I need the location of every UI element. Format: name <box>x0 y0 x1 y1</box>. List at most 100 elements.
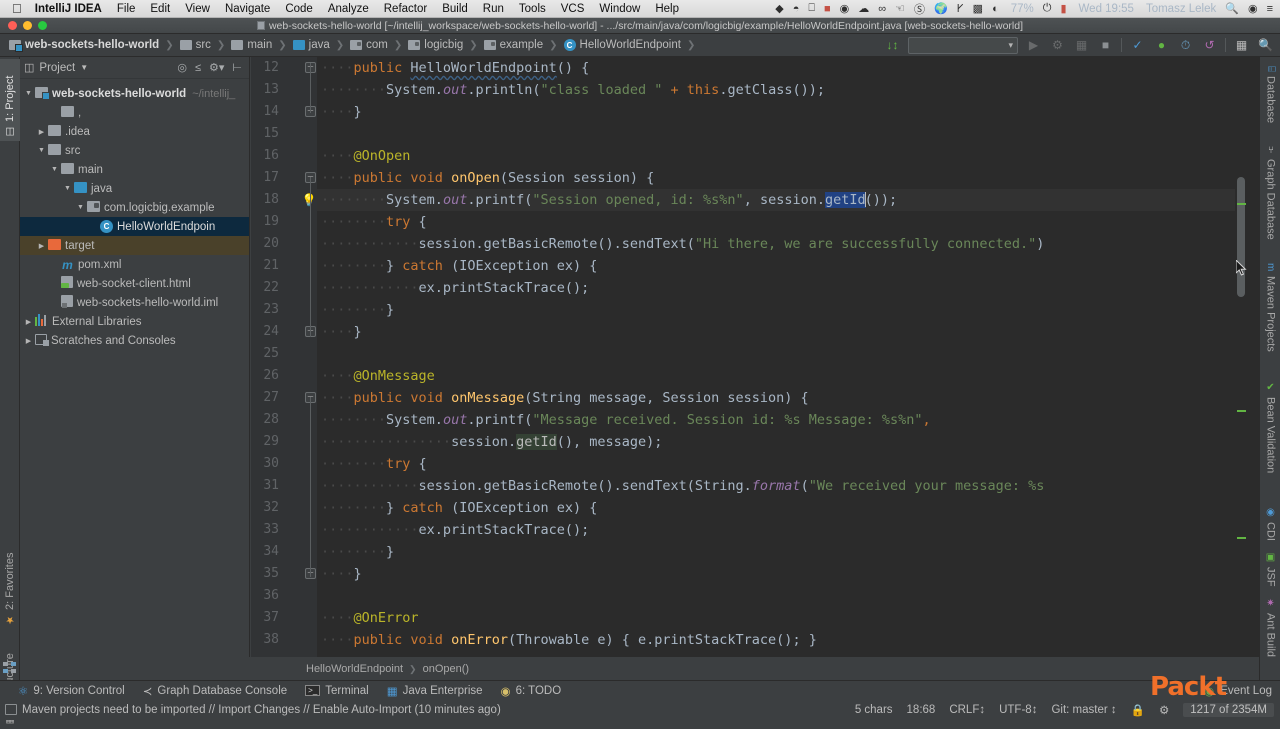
code-line[interactable]: ············ex.printStackTrace(); <box>317 277 1247 299</box>
structure-view-icon[interactable] <box>2 660 18 676</box>
code-line[interactable]: ····public HelloWorldEndpoint() { <box>317 57 1247 79</box>
memory-indicator[interactable]: 1217 of 2354M <box>1183 703 1274 717</box>
code-line[interactable] <box>317 585 1247 607</box>
menu-item-navigate[interactable]: Navigate <box>225 3 270 15</box>
tree-item-java[interactable]: ▼ java <box>20 179 249 198</box>
notification-center-icon[interactable]: ≡ <box>1267 3 1273 15</box>
code-line[interactable] <box>317 123 1247 145</box>
code-line[interactable]: ········try { <box>317 211 1247 233</box>
revert-icon[interactable]: ↺ <box>1201 37 1218 54</box>
status-caret-position[interactable]: 18:68 <box>907 704 936 716</box>
debug-icon[interactable]: ⚙ <box>1049 37 1066 54</box>
code-line[interactable]: ····public void onMessage(String message… <box>317 387 1247 409</box>
lock-icon[interactable]: 🔒 <box>1131 703 1145 717</box>
battery-meter-icon[interactable]: ▩ <box>973 2 983 15</box>
code-line[interactable]: ····} <box>317 321 1247 343</box>
breadcrumb-item-java[interactable]: java ❯ <box>292 39 351 51</box>
editor-breadcrumb-method[interactable]: onOpen() <box>423 663 469 675</box>
project-tree[interactable]: ▼ web-sockets-hello-world ~/intellij_, ▶ .id… <box>20 79 249 350</box>
error-stripe-marker[interactable] <box>1237 410 1246 412</box>
red-app-icon[interactable]: ■ <box>824 3 831 15</box>
search-everywhere-icon[interactable]: 🔍 <box>1257 37 1274 54</box>
wifi-tether-icon[interactable]: ◓ <box>793 3 800 15</box>
menu-item-edit[interactable]: Edit <box>150 3 170 15</box>
skype-icon[interactable]: Ⓢ <box>914 1 925 17</box>
editor-code-area[interactable]: ····public HelloWorldEndpoint() {·······… <box>317 57 1247 657</box>
link-icon[interactable]: ∞ <box>878 3 886 15</box>
tree-item--[interactable]: , <box>20 103 249 122</box>
dropbox-icon[interactable]: ◆ <box>775 2 783 15</box>
tree-item-target[interactable]: ▶ target <box>20 236 249 255</box>
tree-item-web-sockets-hello-world-iml[interactable]: web-sockets-hello-world.iml <box>20 293 249 312</box>
menu-item-help[interactable]: Help <box>655 3 679 15</box>
breadcrumb-item-logicbig[interactable]: logicbig ❯ <box>408 39 483 51</box>
evernote-icon[interactable]: ☜ <box>895 2 905 15</box>
structure-icon[interactable]: ▦ <box>1233 37 1250 54</box>
editor-breadcrumb-class[interactable]: HelloWorldEndpoint <box>306 663 403 675</box>
bottom-tab-version-control[interactable]: ⚛ 9: Version Control <box>18 684 125 698</box>
chevron-down-icon[interactable]: ▼ <box>36 147 47 154</box>
menu-item-view[interactable]: View <box>185 3 210 15</box>
status-git-branch[interactable]: Git: master ↕ <box>1051 704 1116 716</box>
chevron-right-icon[interactable]: ▶ <box>23 318 34 326</box>
bottom-tab-terminal[interactable]: >_ Terminal <box>305 685 369 697</box>
tree-item--idea[interactable]: ▶ .idea <box>20 122 249 141</box>
bluetooth-icon[interactable]: 𐌖 <box>957 2 964 15</box>
code-line[interactable]: ····public void onOpen(Session session) … <box>317 167 1247 189</box>
status-message-icon[interactable] <box>5 704 17 715</box>
run-icon[interactable]: ▶ <box>1025 37 1042 54</box>
chevron-right-icon[interactable]: ▶ <box>36 242 47 250</box>
tree-item-com-logicbig-example[interactable]: ▼ com.logicbig.example <box>20 198 249 217</box>
error-stripe-marker[interactable] <box>1237 537 1246 539</box>
chevron-right-icon[interactable]: ▶ <box>36 128 47 136</box>
chevron-down-icon[interactable]: ▼ <box>75 204 86 211</box>
tree-item-web-socket-client-html[interactable]: web-socket-client.html <box>20 274 249 293</box>
stop-icon[interactable]: ■ <box>1097 37 1114 54</box>
clock[interactable]: Wed 19:55 <box>1079 3 1134 15</box>
right-tab-jsf[interactable]: ▣ JSF <box>1260 547 1280 592</box>
code-line[interactable]: ····@OnOpen <box>317 145 1247 167</box>
menu-item-tools[interactable]: Tools <box>519 3 546 15</box>
collapse-all-icon[interactable]: ≤ <box>195 62 201 74</box>
user-name[interactable]: Tomasz Lelek <box>1146 3 1216 15</box>
code-line[interactable]: ········System.out.println("class loaded… <box>317 79 1247 101</box>
right-tab-graph-database[interactable]: ⑂ Graph Database <box>1260 140 1280 245</box>
menu-item-build[interactable]: Build <box>442 3 468 15</box>
code-line[interactable]: ····} <box>317 563 1247 585</box>
right-tab-bean-validation[interactable]: ✔ Bean Validation <box>1260 377 1280 478</box>
settings-gear-icon[interactable]: ⚙▾ <box>209 61 224 74</box>
menu-item-run[interactable]: Run <box>483 3 504 15</box>
search-icon[interactable]: 🔍 <box>1225 2 1239 15</box>
network-globe-icon[interactable]: 🌍 <box>934 2 948 15</box>
tree-item-scratches-and-consoles[interactable]: ▶ Scratches and Consoles <box>20 331 249 350</box>
code-line[interactable]: ····public void onError(Throwable e) { e… <box>317 629 1247 651</box>
run-configuration-selector[interactable]: ▾ <box>908 36 1018 54</box>
chevron-down-icon[interactable]: ▼ <box>23 90 34 97</box>
globe-app-icon[interactable]: ◉ <box>840 2 850 15</box>
chevron-down-icon[interactable]: ▼ <box>80 63 88 72</box>
code-line[interactable]: ············session.getBasicRemote().sen… <box>317 475 1247 497</box>
code-line[interactable]: ····@OnError <box>317 607 1247 629</box>
editor-scrollbar[interactable] <box>1235 57 1247 657</box>
code-line[interactable]: ········System.out.printf("Session opene… <box>317 189 1247 211</box>
menu-item-vcs[interactable]: VCS <box>561 3 585 15</box>
code-line[interactable]: ········} <box>317 299 1247 321</box>
sort-toggle-icon[interactable]: ↓↕ <box>884 37 901 54</box>
chevron-down-icon[interactable]: ▼ <box>62 185 73 192</box>
event-log-label[interactable]: Event Log <box>1220 685 1272 697</box>
history-icon[interactable]: ⏱ <box>1177 37 1194 54</box>
sidebar-tab-project[interactable]: ◫ 1: Project <box>0 59 20 141</box>
bottom-tab-todo[interactable]: ◉ 6: TODO <box>501 684 562 698</box>
inspection-icon[interactable]: ⚙ <box>1159 703 1169 717</box>
sidebar-tab-favorites[interactable]: ★ 2: Favorites <box>0 537 20 629</box>
right-tab-cdi[interactable]: ◉ CDI <box>1260 502 1280 546</box>
locate-icon[interactable]: ◎ <box>177 61 187 74</box>
coverage-icon[interactable]: ▦ <box>1073 37 1090 54</box>
code-line[interactable]: ········} catch (IOException ex) { <box>317 497 1247 519</box>
tree-item-helloworldendpoin[interactable]: C HelloWorldEndpoin <box>20 217 249 236</box>
menu-item-analyze[interactable]: Analyze <box>328 3 369 15</box>
menu-item-window[interactable]: Window <box>599 3 640 15</box>
code-line[interactable]: ················session.getId(), message… <box>317 431 1247 453</box>
flag-icon[interactable]: ▮ <box>1060 2 1066 15</box>
right-tab-ant-build[interactable]: ✷ Ant Build <box>1260 593 1280 662</box>
